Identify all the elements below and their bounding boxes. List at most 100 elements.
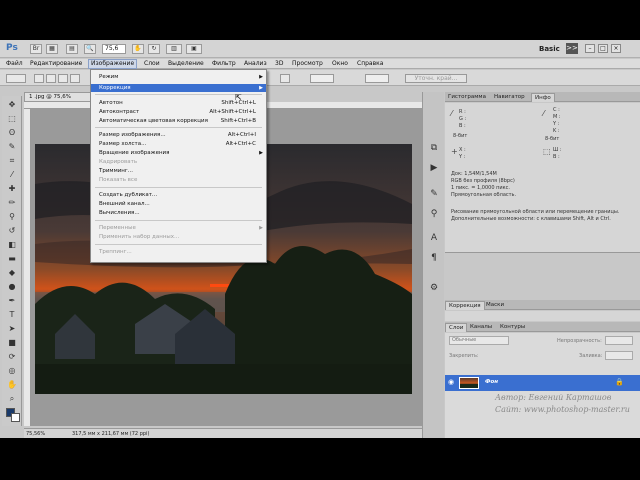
paragraph-panel-icon[interactable]: ¶ xyxy=(428,252,440,264)
shape-tool-icon[interactable]: ■ xyxy=(6,338,18,348)
clone-stamp-tool-icon[interactable]: ⚲ xyxy=(6,212,18,222)
clone-source-panel-icon[interactable]: ⚲ xyxy=(428,208,440,220)
tool-preset-picker[interactable] xyxy=(6,74,26,83)
path-selection-tool-icon[interactable]: ➤ xyxy=(6,324,18,334)
tab-info[interactable]: Инфо xyxy=(531,93,555,102)
menu-help[interactable]: Справка xyxy=(355,60,385,67)
menu-item[interactable]: Вычисления... xyxy=(91,209,266,217)
info-area: Прямоугольная область. xyxy=(451,192,517,198)
menu-separator xyxy=(95,127,262,128)
refine-edge-button[interactable]: Уточн. край... xyxy=(405,74,467,83)
dodge-tool-icon[interactable]: ● xyxy=(6,282,18,292)
menu-edit[interactable]: Редактирование xyxy=(28,60,84,67)
info-pixel-ratio: 1 пикс. = 1,0000 пикс. xyxy=(451,185,510,191)
brush-panel-icon[interactable]: ✎ xyxy=(428,188,440,200)
lasso-tool-icon[interactable]: ʘ xyxy=(6,128,18,138)
style-dropdown[interactable] xyxy=(280,74,290,83)
menu-window[interactable]: Окно xyxy=(330,60,350,67)
eyedropper-tool-icon[interactable]: ⁄ xyxy=(6,170,18,180)
maximize-button[interactable]: □ xyxy=(598,44,608,53)
menu-item[interactable]: Создать дубликат... xyxy=(91,191,266,199)
rectangular-marquee-tool-icon[interactable]: ⬚ xyxy=(6,114,18,124)
menu-item[interactable]: Размер холста... Alt+Ctrl+C xyxy=(91,140,266,148)
crop-tool-icon[interactable]: ⌗ xyxy=(6,156,18,166)
background-color-swatch[interactable] xyxy=(11,413,20,422)
history-brush-tool-icon[interactable]: ↺ xyxy=(6,226,18,236)
type-tool-icon[interactable]: T xyxy=(6,310,18,320)
menu-item[interactable]: Тримминг... xyxy=(91,167,266,175)
tab-navigator[interactable]: Навигатор xyxy=(491,93,528,102)
pen-tool-icon[interactable]: ✒ xyxy=(6,296,18,306)
close-button[interactable]: × xyxy=(611,44,621,53)
menu-filter[interactable]: Фильтр xyxy=(210,60,238,67)
menu-analysis[interactable]: Анализ xyxy=(242,60,269,67)
hand-tool-icon[interactable]: ✋ xyxy=(6,380,18,390)
tab-layers[interactable]: Слои xyxy=(445,323,468,332)
menu-item[interactable]: Вращение изображения ▶ xyxy=(91,149,266,157)
menu-item[interactable]: Размер изображения... Alt+Ctrl+I xyxy=(91,131,266,139)
selection-size-icon: ⬚ xyxy=(543,147,551,156)
hand-tool-button[interactable]: ✋ xyxy=(132,44,144,54)
menu-view[interactable]: Просмотр xyxy=(290,60,325,67)
zoom-status[interactable]: 75,56% xyxy=(26,431,45,437)
menu-3d[interactable]: 3D xyxy=(273,60,285,67)
layer-row-background[interactable]: ◉ Фон 🔒 xyxy=(445,375,640,391)
tab-channels[interactable]: Каналы xyxy=(467,323,495,332)
tab-masks[interactable]: Маски xyxy=(483,301,507,310)
menu-select[interactable]: Выделение xyxy=(166,60,206,67)
layer-name[interactable]: Фон xyxy=(485,379,498,385)
menu-item[interactable]: Автоматическая цветовая коррекция Shift+C… xyxy=(91,117,266,125)
quick-selection-tool-icon[interactable]: ✎ xyxy=(6,142,18,152)
menu-item: Кадрировать xyxy=(91,158,266,166)
zoom-tool-button[interactable]: 🔍 xyxy=(84,44,96,54)
mouse-cursor-icon: ⇱ xyxy=(235,93,242,102)
height-field[interactable] xyxy=(365,74,389,83)
zoom-field[interactable]: 75,6 xyxy=(102,44,126,54)
tab-histogram[interactable]: Гистограмма xyxy=(445,93,489,102)
actions-panel-icon[interactable]: ▶ xyxy=(428,162,440,174)
menu-image[interactable]: Изображение xyxy=(88,59,138,69)
blend-mode-select[interactable]: Обычные xyxy=(449,336,509,345)
menu-item-label: Вращение изображения xyxy=(99,150,170,156)
info-r: R : xyxy=(459,109,466,115)
move-tool-icon[interactable]: ✥ xyxy=(6,100,18,110)
character-panel-icon[interactable]: A xyxy=(428,232,440,244)
eye-icon[interactable]: ◉ xyxy=(448,378,454,386)
document-tab[interactable]: 1 .jpg @ 75,6% (RGB/8) xyxy=(24,92,94,108)
tool-presets-panel-icon[interactable]: ⚙ xyxy=(428,282,440,294)
history-panel-icon[interactable]: ⧉ xyxy=(428,142,440,154)
workspace-expand-button[interactable]: >> xyxy=(566,43,578,54)
menu-item[interactable]: Коррекция ▶ xyxy=(91,84,266,92)
new-selection-icon[interactable] xyxy=(34,74,44,83)
zoom-tool-icon[interactable]: ⌕ xyxy=(6,394,18,404)
menu-file[interactable]: Файл xyxy=(4,60,25,67)
menu-item[interactable]: Режим ▶ xyxy=(91,73,266,81)
intersect-selection-icon[interactable] xyxy=(70,74,80,83)
workspace-label[interactable]: Basic xyxy=(539,45,560,53)
minimize-button[interactable]: – xyxy=(585,44,595,53)
brush-tool-icon[interactable]: ✏ xyxy=(6,198,18,208)
add-selection-icon[interactable] xyxy=(46,74,56,83)
menu-layers[interactable]: Слои xyxy=(142,60,162,67)
menu-item[interactable]: Внешний канал... xyxy=(91,200,266,208)
tab-adjustments[interactable]: Коррекция xyxy=(445,301,485,310)
bridge-button[interactable]: Br xyxy=(30,44,42,54)
3d-camera-tool-icon[interactable]: ◎ xyxy=(6,366,18,376)
crosshair-icon: + xyxy=(451,147,458,156)
subtract-selection-icon[interactable] xyxy=(58,74,68,83)
gradient-tool-icon[interactable]: ▬ xyxy=(6,254,18,264)
fill-field[interactable] xyxy=(605,351,633,360)
arrange-documents-button[interactable]: ▥ xyxy=(166,44,182,54)
menu-item[interactable]: Автоконтраст Alt+Shift+Ctrl+L xyxy=(91,108,266,116)
width-field[interactable] xyxy=(310,74,334,83)
opacity-field[interactable] xyxy=(605,336,633,345)
eraser-tool-icon[interactable]: ◧ xyxy=(6,240,18,250)
healing-brush-tool-icon[interactable]: ✚ xyxy=(6,184,18,194)
tab-paths[interactable]: Контуры xyxy=(497,323,528,332)
3d-rotate-tool-icon[interactable]: ⟳ xyxy=(6,352,18,362)
mini-bridge-button[interactable]: ▦ xyxy=(46,44,58,54)
rotate-view-button[interactable]: ↻ xyxy=(148,44,160,54)
blur-tool-icon[interactable]: ◆ xyxy=(6,268,18,278)
screen-mode-button[interactable]: ▣ xyxy=(186,44,202,54)
view-extras-button[interactable]: ▤ xyxy=(66,44,78,54)
